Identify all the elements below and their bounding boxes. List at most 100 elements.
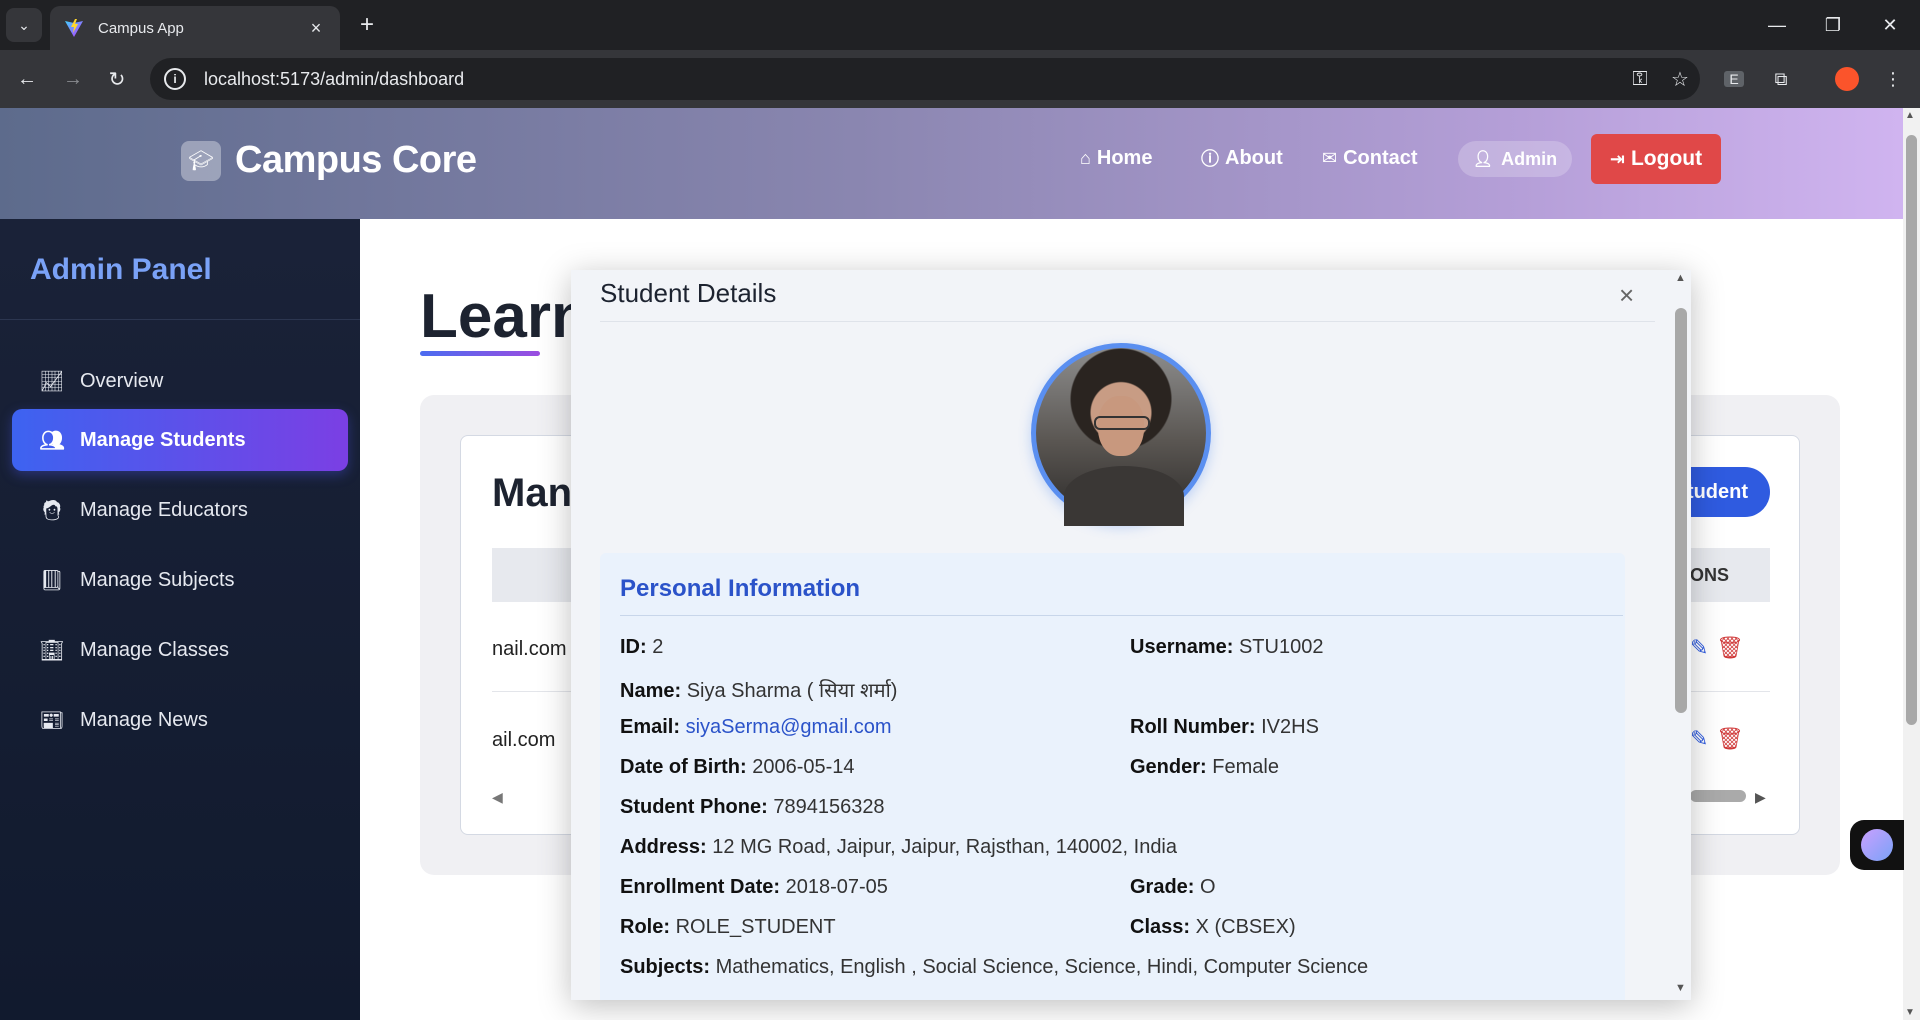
scroll-up-icon[interactable]: ▲	[1675, 272, 1686, 284]
table-scrollbar-thumb[interactable]	[1690, 790, 1746, 802]
field-id: ID: 2	[620, 636, 663, 659]
sidebar-item-manage-subjects[interactable]: 📕︎ Manage Subjects	[12, 549, 348, 611]
brand[interactable]: 🎓︎ Campus Core	[181, 139, 477, 182]
title-underline	[420, 351, 540, 356]
arrow-left-icon: ←	[17, 67, 37, 90]
puzzle-icon[interactable]: ⧉	[1766, 64, 1796, 94]
restore-button[interactable]: ❐	[1813, 8, 1853, 42]
field-label: Roll Number:	[1130, 716, 1256, 738]
field-label: Name:	[620, 680, 682, 702]
chevron-down-icon: ⌄	[18, 16, 30, 33]
close-icon[interactable]: ×	[1619, 280, 1634, 311]
field-class: Class: X (CBSEX)	[1130, 916, 1296, 939]
personal-info-divider	[620, 615, 1623, 616]
building-icon: 🏢︎	[39, 639, 65, 662]
field-label: Class:	[1130, 916, 1191, 938]
address-bar[interactable]: i localhost:5173/admin/dashboard ⚿ ☆	[150, 58, 1700, 100]
browser-tabbar: ⌄ Campus App × + — ❐ ✕	[0, 0, 1920, 50]
avatar-glasses	[1094, 416, 1150, 430]
new-tab-button[interactable]: +	[352, 10, 382, 40]
field-value: 2	[652, 636, 664, 658]
info-icon: ⓘ	[1201, 149, 1219, 169]
field-address: Address: 12 MG Road, Jaipur, Jaipur, Raj…	[620, 836, 1177, 859]
personal-info-heading: Personal Information	[620, 575, 861, 602]
browser-tab[interactable]: Campus App ×	[50, 6, 340, 50]
field-role: Role: ROLE_STUDENT	[620, 916, 836, 939]
email-link[interactable]: siyaSerma@gmail.com	[686, 716, 892, 738]
field-value: Female	[1212, 756, 1279, 778]
scroll-down-icon[interactable]: ▼	[1675, 982, 1686, 994]
more-menu-icon[interactable]: ⋮	[1878, 64, 1908, 94]
field-label: Role:	[620, 916, 670, 938]
field-subjects: Subjects: Mathematics, English , Social …	[620, 956, 1368, 979]
tab-search-button[interactable]: ⌄	[6, 8, 42, 42]
edit-icon[interactable]: ✎	[1690, 635, 1708, 661]
trash-icon[interactable]: 🗑︎	[1716, 726, 1744, 752]
table-scroll-left-icon[interactable]: ◀	[492, 789, 503, 806]
book-icon: 📕︎	[39, 569, 65, 592]
url-text[interactable]: localhost:5173/admin/dashboard	[204, 69, 1620, 90]
page-title: Learn	[420, 282, 589, 351]
field-value: Mathematics, English , Social Science, S…	[715, 956, 1369, 978]
star-icon[interactable]: ☆	[1660, 67, 1700, 92]
trash-icon[interactable]: 🗑︎	[1716, 635, 1744, 661]
nav-home[interactable]: ⌂ Home	[1080, 134, 1152, 182]
table-cell-email: ail.com	[492, 729, 556, 751]
student-avatar	[1031, 343, 1211, 526]
nav-contact[interactable]: ✉ Contact	[1322, 134, 1418, 182]
field-value: ROLE_STUDENT	[675, 916, 836, 938]
field-label: Gender:	[1130, 756, 1207, 778]
admin-profile-button[interactable]: 👤︎ Admin	[1458, 141, 1572, 177]
scroll-up-icon[interactable]: ▲	[1905, 110, 1915, 121]
field-label: Email:	[620, 716, 681, 738]
modal-scrollbar-thumb[interactable]	[1675, 308, 1687, 713]
forward-button[interactable]: →	[56, 62, 90, 96]
field-label: Grade:	[1130, 876, 1195, 898]
assistant-avatar-icon	[1861, 829, 1893, 861]
field-name: Name: Siya Sharma ( सिया शर्मा)	[620, 676, 897, 703]
field-username: Username: STU1002	[1130, 636, 1323, 659]
sidebar-item-label: Manage Educators	[80, 498, 248, 521]
sidebar-item-manage-news[interactable]: 📰︎ Manage News	[12, 689, 348, 751]
field-value: 7894156328	[773, 796, 885, 818]
admin-label: Admin	[1501, 148, 1558, 169]
site-info-icon[interactable]: i	[164, 68, 186, 90]
field-email: Email: siyaSerma@gmail.com	[620, 716, 892, 739]
sidebar-item-manage-students[interactable]: 👥︎ Manage Students	[12, 409, 348, 471]
extension-e-icon[interactable]: E	[1719, 64, 1749, 94]
sidebar-item-label: Manage Subjects	[80, 568, 235, 591]
field-value: O	[1200, 876, 1216, 898]
brave-lion-icon[interactable]	[1832, 64, 1862, 94]
edit-icon[interactable]: ✎	[1690, 726, 1708, 752]
restore-icon: ❐	[1824, 14, 1842, 35]
sidebar-title: Admin Panel	[30, 253, 212, 286]
actions-column-header: ONS	[1690, 565, 1730, 585]
sidebar: Admin Panel 📈︎ Overview 👥︎ Manage Studen…	[0, 219, 360, 1020]
sidebar-item-manage-educators[interactable]: 🧑︎ Manage Educators	[12, 479, 348, 541]
field-label: Student Phone:	[620, 796, 768, 818]
field-roll-number: Roll Number: IV2HS	[1130, 716, 1319, 739]
minimize-button[interactable]: —	[1757, 8, 1797, 42]
field-value: STU1002	[1238, 636, 1324, 658]
nav-about[interactable]: ⓘ About	[1201, 134, 1283, 182]
key-icon[interactable]: ⚿	[1620, 68, 1660, 91]
sidebar-item-manage-classes[interactable]: 🏢︎ Manage Classes	[12, 619, 348, 681]
tab-title: Campus App	[98, 19, 184, 37]
sidebar-item-overview[interactable]: 📈︎ Overview	[12, 350, 348, 412]
minimize-icon: —	[1768, 14, 1786, 35]
chat-widget-button[interactable]	[1850, 820, 1904, 870]
modal-divider	[600, 321, 1655, 322]
sign-out-icon: ⇥	[1609, 148, 1625, 169]
back-button[interactable]: ←	[10, 62, 44, 96]
reload-icon: ↻	[108, 68, 126, 91]
page-scrollbar-thumb[interactable]	[1906, 135, 1917, 725]
tab-close-icon[interactable]: ×	[306, 18, 326, 39]
sidebar-divider	[0, 319, 360, 320]
table-scroll-right-icon[interactable]: ▶	[1755, 789, 1766, 806]
scroll-down-icon[interactable]: ▼	[1905, 1007, 1915, 1018]
close-window-button[interactable]: ✕	[1870, 8, 1910, 42]
nav-about-label: About	[1225, 146, 1283, 169]
reload-button[interactable]: ↻	[100, 62, 134, 96]
logout-label: Logout	[1630, 147, 1703, 170]
logout-button[interactable]: ⇥ Logout	[1591, 134, 1721, 184]
